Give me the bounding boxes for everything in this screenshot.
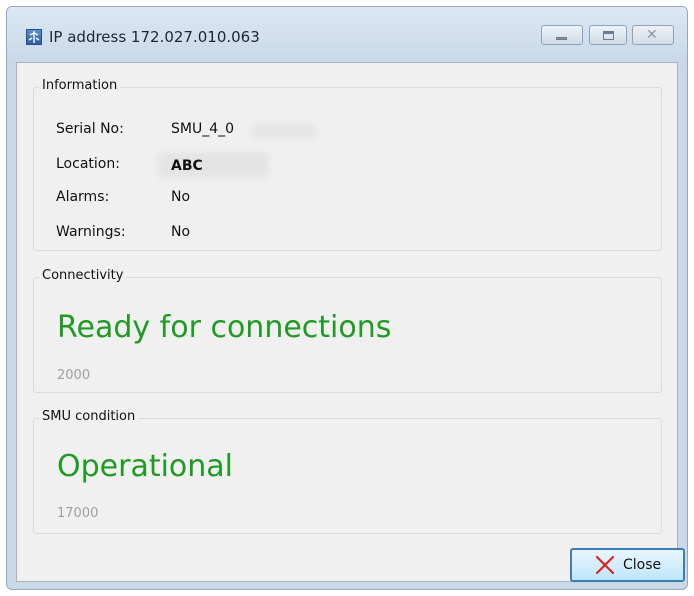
red-x-icon <box>595 555 615 575</box>
location-label: Location: <box>56 156 120 172</box>
information-group-label: Information <box>39 78 121 93</box>
alarms-label: Alarms: <box>56 189 110 205</box>
connectivity-group-label: Connectivity <box>39 268 127 283</box>
warnings-value: No <box>171 224 191 240</box>
close-icon: ✕ <box>646 27 658 43</box>
smu-condition-group-label: SMU condition <box>39 409 139 424</box>
close-button-label: Close <box>623 557 662 573</box>
minimize-icon <box>556 37 567 40</box>
dialog-content: Information Serial No: SMU_4_0 Location:… <box>16 62 685 582</box>
location-value: ABC <box>171 158 203 174</box>
redacted-serial <box>252 124 316 138</box>
serial-label: Serial No: <box>56 121 124 137</box>
warnings-label: Warnings: <box>56 224 126 240</box>
information-group: Information Serial No: SMU_4_0 Location:… <box>33 78 662 251</box>
smu-condition-code: 17000 <box>57 506 99 521</box>
connectivity-code: 2000 <box>57 368 91 383</box>
minimize-button[interactable] <box>541 25 583 45</box>
alarms-value: No <box>171 189 191 205</box>
window-close-button[interactable]: ✕ <box>632 25 674 45</box>
smu-condition-status: Operational <box>57 449 234 484</box>
title-bar[interactable]: IP address 172.027.010.063 ✕ <box>7 7 687 69</box>
window-title: IP address 172.027.010.063 <box>49 28 260 46</box>
maximize-button[interactable] <box>589 25 627 45</box>
close-button[interactable]: Close <box>570 548 685 582</box>
connectivity-status: Ready for connections <box>57 310 392 345</box>
dialog-window: IP address 172.027.010.063 ✕ Information… <box>6 6 688 590</box>
app-icon <box>26 29 42 45</box>
maximize-icon <box>603 31 614 40</box>
smu-condition-group: SMU condition Operational 17000 <box>33 409 662 534</box>
connectivity-group: Connectivity Ready for connections 2000 <box>33 268 662 393</box>
serial-value: SMU_4_0 <box>171 121 235 137</box>
